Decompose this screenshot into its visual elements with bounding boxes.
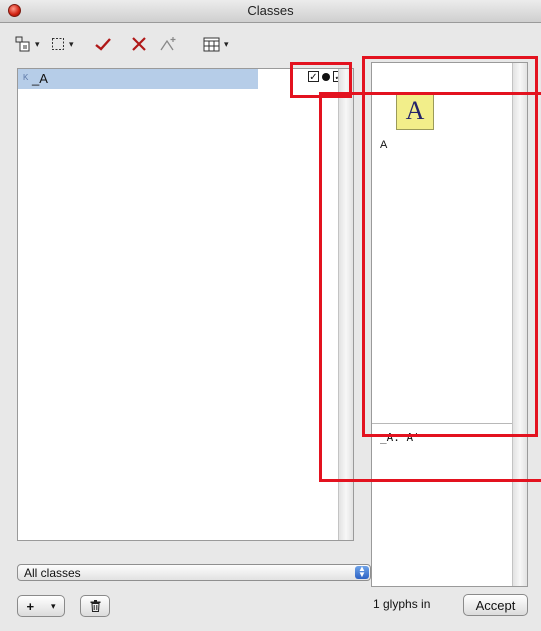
chevron-down-icon: ▾ xyxy=(224,38,229,49)
delete-tool[interactable] xyxy=(132,33,146,55)
chevron-down-icon: ▾ xyxy=(51,600,56,611)
highlight-box-outer xyxy=(319,92,541,482)
compile-sparkle-icon xyxy=(160,37,176,51)
accept-button[interactable]: Accept xyxy=(463,594,528,616)
add-class-icon xyxy=(15,36,30,52)
class-kind-icon: K xyxy=(23,73,29,82)
window-title: Classes xyxy=(247,3,294,18)
class-filter-value: All classes xyxy=(24,566,81,580)
chevron-down-icon: ▾ xyxy=(69,38,74,49)
delete-x-icon xyxy=(132,37,146,51)
status-text: 1 glyphs in xyxy=(373,597,431,611)
class-list-panel[interactable]: K _A ✓ ✓ xyxy=(17,68,354,541)
class-name: _A xyxy=(32,71,48,86)
stepper-arrows-icon: ▲ ▼ xyxy=(355,565,369,579)
checkmark-icon xyxy=(95,38,111,51)
title-bar: Classes xyxy=(0,0,541,23)
class-filter-select[interactable]: All classes ▲ ▼ xyxy=(17,564,371,581)
trash-icon xyxy=(90,600,100,612)
table-view-icon xyxy=(203,37,220,51)
class-row[interactable]: K _A xyxy=(18,69,258,89)
plus-icon: + xyxy=(26,598,35,614)
chevron-down-icon: ▾ xyxy=(35,38,40,49)
table-view-tool[interactable]: ▾ xyxy=(203,33,229,55)
selection-rect-icon xyxy=(52,38,64,50)
delete-class-button[interactable] xyxy=(80,595,110,617)
selection-tool[interactable]: ▾ xyxy=(51,33,74,55)
add-class-tool[interactable]: ▾ xyxy=(15,33,40,55)
check-tool[interactable] xyxy=(95,33,111,55)
add-class-button[interactable]: + ▾ xyxy=(17,595,65,617)
compile-tool[interactable] xyxy=(160,33,178,55)
